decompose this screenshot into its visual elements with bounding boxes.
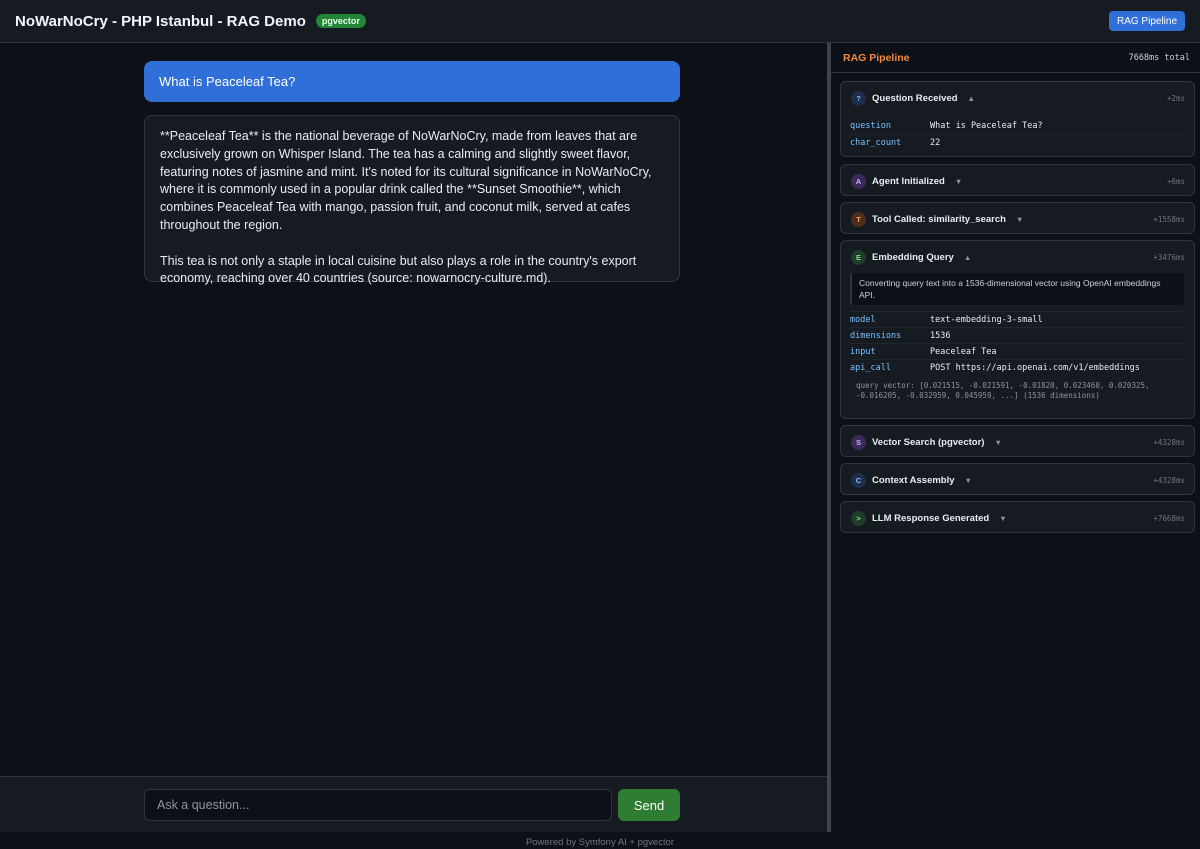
detail-row: char_count 22: [850, 134, 1184, 150]
question-icon: ?: [851, 91, 866, 106]
step-tool-called[interactable]: T Tool Called: similarity_search ▼ +1558m…: [840, 202, 1195, 234]
context-icon: C: [851, 473, 866, 488]
chevron-down-icon: ▼: [999, 514, 1007, 523]
step-time: +3476ms: [1153, 253, 1185, 262]
embedding-icon: E: [851, 250, 866, 265]
send-button[interactable]: Send: [618, 789, 680, 821]
detail-key: dimensions: [850, 330, 902, 341]
detail-key: input: [850, 346, 876, 357]
step-title: Question Received: [872, 93, 958, 104]
detail-row: question What is Peaceleaf Tea?: [850, 118, 1184, 134]
detail-value: 1536: [930, 330, 951, 341]
question-input[interactable]: [144, 789, 612, 821]
assistant-paragraph: This tea is not only a staple in local c…: [160, 253, 637, 286]
detail-value: Peaceleaf Tea: [930, 346, 997, 357]
step-agent-initialized[interactable]: A Agent Initialized ▼ +6ms: [840, 164, 1195, 196]
step-header[interactable]: > LLM Response Generated ▼ +7668ms: [841, 502, 1194, 534]
chevron-up-icon: ▲: [967, 94, 975, 103]
detail-row: dimensions 1536: [850, 327, 1184, 343]
step-time: +4328ms: [1153, 476, 1185, 485]
pipeline-title: RAG Pipeline: [843, 52, 910, 64]
step-time: +1558ms: [1153, 215, 1185, 224]
detail-value: POST https://api.openai.com/v1/embedding…: [930, 362, 1140, 373]
step-title: Vector Search (pgvector): [872, 437, 985, 448]
step-header[interactable]: E Embedding Query ▲ +3476ms: [841, 241, 1194, 273]
step-header[interactable]: S Vector Search (pgvector) ▼ +4328ms: [841, 426, 1194, 458]
response-icon: >: [851, 511, 866, 526]
detail-key: model: [850, 314, 876, 325]
detail-key: question: [850, 121, 891, 131]
step-context-assembly[interactable]: C Context Assembly ▼ +4328ms: [840, 463, 1195, 495]
pipeline-total-time: 7668ms total: [1128, 53, 1190, 63]
query-vector: query vector: [0.021515, -0.021591, -0.0…: [856, 381, 1150, 400]
step-header[interactable]: ? Question Received ▲ +2ms: [841, 82, 1194, 114]
app-header: NoWarNoCry - PHP Istanbul - RAG Demo pgv…: [0, 0, 1200, 43]
assistant-message: **Peaceleaf Tea** is the national bevera…: [144, 115, 680, 285]
step-header[interactable]: C Context Assembly ▼ +4328ms: [841, 464, 1194, 496]
tool-icon: T: [851, 212, 866, 227]
agent-icon: A: [851, 174, 866, 189]
chat-area: What is Peaceleaf Tea? **Peaceleaf Tea**…: [0, 43, 827, 776]
user-message: What is Peaceleaf Tea?: [144, 61, 680, 102]
assistant-paragraph: **Peaceleaf Tea** is the national bevera…: [160, 129, 652, 232]
detail-row: model text-embedding-3-small: [850, 311, 1184, 327]
step-details: question What is Peaceleaf Tea? char_coun…: [841, 114, 1194, 158]
step-title: Tool Called: similarity_search: [872, 214, 1006, 225]
detail-row: api_call POST https://api.openai.com/v1/e…: [850, 359, 1184, 375]
detail-key: char_count: [850, 137, 902, 148]
footer: Powered by Symfony AI + pgvector: [0, 832, 1200, 849]
step-description: Converting query text into a 1536-dimens…: [850, 273, 1184, 305]
step-llm-response[interactable]: > LLM Response Generated ▼ +7668ms: [840, 501, 1195, 533]
chevron-down-icon: ▼: [964, 476, 972, 485]
detail-row: input Peaceleaf Tea: [850, 343, 1184, 359]
pipeline-panel: RAG Pipeline 7668ms total ? Question Rec…: [831, 43, 1200, 832]
detail-value: 22: [930, 137, 941, 148]
step-title: Agent Initialized: [872, 176, 945, 187]
pgvector-badge: pgvector: [315, 14, 366, 28]
step-title: Embedding Query: [872, 252, 954, 263]
chevron-down-icon: ▼: [1015, 215, 1024, 224]
chevron-down-icon: ▼: [954, 177, 963, 186]
step-time: +4328ms: [1153, 438, 1185, 447]
chevron-up-icon: ▲: [963, 253, 972, 262]
step-vector-search[interactable]: S Vector Search (pgvector) ▼ +4328ms: [840, 425, 1195, 457]
app-title: NoWarNoCry - PHP Istanbul - RAG Demo: [15, 12, 306, 30]
step-time: +7668ms: [1153, 514, 1185, 523]
detail-value: text-embedding-3-small: [930, 314, 1043, 325]
step-title: LLM Response Generated: [872, 513, 990, 524]
step-time: +2ms: [1166, 94, 1185, 103]
rag-pipeline-button[interactable]: RAG Pipeline: [1109, 11, 1185, 31]
detail-value: What is Peaceleaf Tea?: [930, 121, 1043, 131]
step-details: Converting query text into a 1536-dimens…: [841, 273, 1194, 411]
step-title: Context Assembly: [872, 475, 955, 486]
input-bar: Send: [0, 776, 827, 832]
detail-key: api_call: [850, 362, 891, 373]
search-icon: S: [851, 435, 866, 450]
chevron-down-icon: ▼: [994, 438, 1002, 447]
step-time: +6ms: [1166, 177, 1185, 186]
step-embedding-query: E Embedding Query ▲ +3476ms Converting qu…: [840, 240, 1195, 419]
pipeline-header: RAG Pipeline 7668ms total: [831, 43, 1200, 73]
step-question-received: ? Question Received ▲ +2ms question What i…: [840, 81, 1195, 157]
step-header[interactable]: A Agent Initialized ▼ +6ms: [841, 165, 1194, 197]
step-header[interactable]: T Tool Called: similarity_search ▼ +1558m…: [841, 203, 1194, 235]
